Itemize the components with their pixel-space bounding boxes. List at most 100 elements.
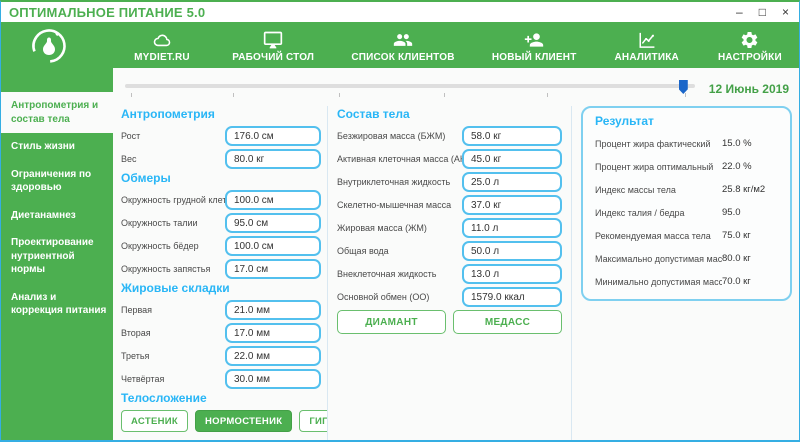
normosthenic-button[interactable]: НОРМОСТЕНИК (194, 410, 293, 432)
section-title-results: Результат (595, 114, 654, 128)
slider-tick (130, 93, 132, 97)
slider-handle[interactable] (678, 80, 688, 94)
field-label: Активная клеточная масса (АКМ) (337, 154, 462, 164)
result-label: Процент жира оптимальный (595, 161, 714, 172)
form-row: Жировая масса (ЖМ) (337, 218, 562, 238)
close-button[interactable]: × (782, 6, 789, 18)
extracellular-fluid-input[interactable] (462, 264, 562, 284)
cloud-icon (149, 28, 175, 50)
field-label: Скелетно-мышечная масса (337, 200, 452, 210)
nav-label: АНАЛИТИКА (614, 51, 679, 63)
sidebar-item-health-restrictions[interactable]: Ограничения по здоровью (1, 161, 113, 202)
window-controls: – □ × (736, 6, 789, 18)
result-label: Процент жира фактический (595, 138, 711, 149)
sidebar-item-nutrition-analysis[interactable]: Анализ и коррекция питания (1, 284, 113, 325)
user-add-icon (522, 28, 546, 50)
nav-item-settings[interactable]: НАСТРОЙКИ (717, 28, 783, 63)
gear-icon (739, 28, 760, 50)
form-row: Скелетно-мышечная масса (337, 195, 562, 215)
height-input[interactable] (225, 126, 321, 146)
sidebar: Антропометрия и состав тела Стиль жизни … (1, 68, 113, 440)
main-content: 12 Июнь 2019 Антропометрия Рост Вес Обме… (113, 68, 799, 440)
asthenic-button[interactable]: АСТЕНИК (121, 410, 188, 432)
analytics-icon (635, 28, 658, 50)
field-label: Основной обмен (ОО) (337, 292, 430, 302)
nav-item-desktop[interactable]: РАБОЧИЙ СТОЛ (232, 28, 314, 63)
skinfold-4-input[interactable] (225, 369, 321, 389)
intracellular-fluid-input[interactable] (462, 172, 562, 192)
main-nav: MYDIET.RU РАБОЧИЙ СТОЛ СПИСОК КЛИЕНТОВ Н… (1, 22, 799, 68)
form-row: Окружность бёдер (121, 236, 321, 256)
app-window: ОПТИМАЛЬНОЕ ПИТАНИЕ 5.0 – □ × MYDIET.RU … (0, 0, 800, 442)
result-row: Индекс талия / бедра 95.0 (595, 207, 778, 218)
hip-girth-input[interactable] (225, 236, 321, 256)
field-label: Вес (121, 154, 137, 164)
sidebar-item-lifestyle[interactable]: Стиль жизни (1, 133, 113, 161)
nav-item-mydiet[interactable]: MYDIET.RU (129, 28, 195, 63)
skeletal-muscle-mass-input[interactable] (462, 195, 562, 215)
result-value: 15.0 % (722, 138, 752, 149)
result-value: 80.0 кг (722, 253, 751, 264)
chest-girth-input[interactable] (225, 190, 321, 210)
result-label: Рекомендуемая масса тела (595, 230, 711, 241)
sidebar-item-nutrient-norm[interactable]: Проектирование нутриентной нормы (1, 229, 113, 284)
maximize-button[interactable]: □ (759, 6, 766, 18)
form-row: Активная клеточная масса (АКМ) (337, 149, 562, 169)
result-value: 75.0 кг (722, 230, 751, 241)
title-bar: ОПТИМАЛЬНОЕ ПИТАНИЕ 5.0 – □ × (1, 2, 799, 22)
sidebar-item-anthropometry[interactable]: Антропометрия и состав тела (1, 92, 113, 133)
result-row: Процент жира фактический 15.0 % (595, 138, 778, 149)
sidebar-item-diet-history[interactable]: Диетанамнез (1, 202, 113, 230)
result-value: 25.8 кг/м2 (722, 184, 766, 195)
app-title: ОПТИМАЛЬНОЕ ПИТАНИЕ 5.0 (9, 4, 206, 20)
form-row: Окружность грудной клетки (121, 190, 321, 210)
section-title-anthropometry: Антропометрия (121, 107, 215, 121)
form-row: Внеклеточная жидкость (337, 264, 562, 284)
anthropometry-column: Антропометрия Рост Вес Обмеры Окружность… (121, 106, 327, 440)
result-label: Максимально допустимая масса тела (595, 253, 722, 264)
fat-mass-input[interactable] (462, 218, 562, 238)
users-icon (391, 28, 415, 50)
field-label: Вторая (121, 328, 151, 338)
date-slider[interactable] (125, 79, 695, 99)
nav-item-new-client[interactable]: НОВЫЙ КЛИЕНТ (492, 28, 577, 63)
result-label: Индекс талия / бедра (595, 207, 685, 218)
diamant-button[interactable]: ДИАМАНТ (337, 310, 446, 334)
form-row: Вес (121, 149, 321, 169)
minimize-button[interactable]: – (736, 6, 743, 18)
weight-input[interactable] (225, 149, 321, 169)
field-label: Общая вода (337, 246, 389, 256)
skinfold-2-input[interactable] (225, 323, 321, 343)
basal-metabolism-input[interactable] (462, 287, 562, 307)
slider-tick (338, 93, 340, 97)
active-cell-mass-input[interactable] (462, 149, 562, 169)
monitor-icon (262, 28, 284, 50)
result-row: Процент жира оптимальный 22.0 % (595, 161, 778, 172)
body-type-buttons: АСТЕНИК НОРМОСТЕНИК ГИПЕРСТЕНИК (121, 410, 327, 432)
nav-label: РАБОЧИЙ СТОЛ (232, 51, 315, 63)
pear-logo-icon (27, 23, 71, 67)
medass-button[interactable]: МЕДАСС (453, 310, 562, 334)
lean-mass-input[interactable] (462, 126, 562, 146)
result-row: Индекс массы тела 25.8 кг/м2 (595, 184, 778, 195)
result-value: 70.0 кг (722, 276, 751, 287)
slider-track[interactable] (125, 84, 695, 88)
waist-girth-input[interactable] (225, 213, 321, 233)
nav-item-analytics[interactable]: АНАЛИТИКА (614, 28, 680, 63)
nav-label: СПИСОК КЛИЕНТОВ (351, 51, 455, 63)
form-row: Основной обмен (ОО) (337, 287, 562, 307)
skinfold-1-input[interactable] (225, 300, 321, 320)
total-water-input[interactable] (462, 241, 562, 261)
slider-tick (684, 93, 686, 97)
nav-label: НАСТРОЙКИ (718, 51, 782, 63)
nav-item-client-list[interactable]: СПИСОК КЛИЕНТОВ (351, 28, 454, 63)
skinfold-3-input[interactable] (225, 346, 321, 366)
result-row: Рекомендуемая масса тела 75.0 кг (595, 230, 778, 241)
slider-tick (444, 93, 446, 97)
hypersthenic-button[interactable]: ГИПЕРСТЕНИК (299, 410, 327, 432)
result-row: Минимально допустимая масса тела 70.0 кг (595, 276, 778, 287)
wrist-girth-input[interactable] (225, 259, 321, 279)
field-label: Окружность талии (121, 218, 198, 228)
nav-label: MYDIET.RU (134, 51, 190, 63)
form-row: Внутриклеточная жидкость (337, 172, 562, 192)
